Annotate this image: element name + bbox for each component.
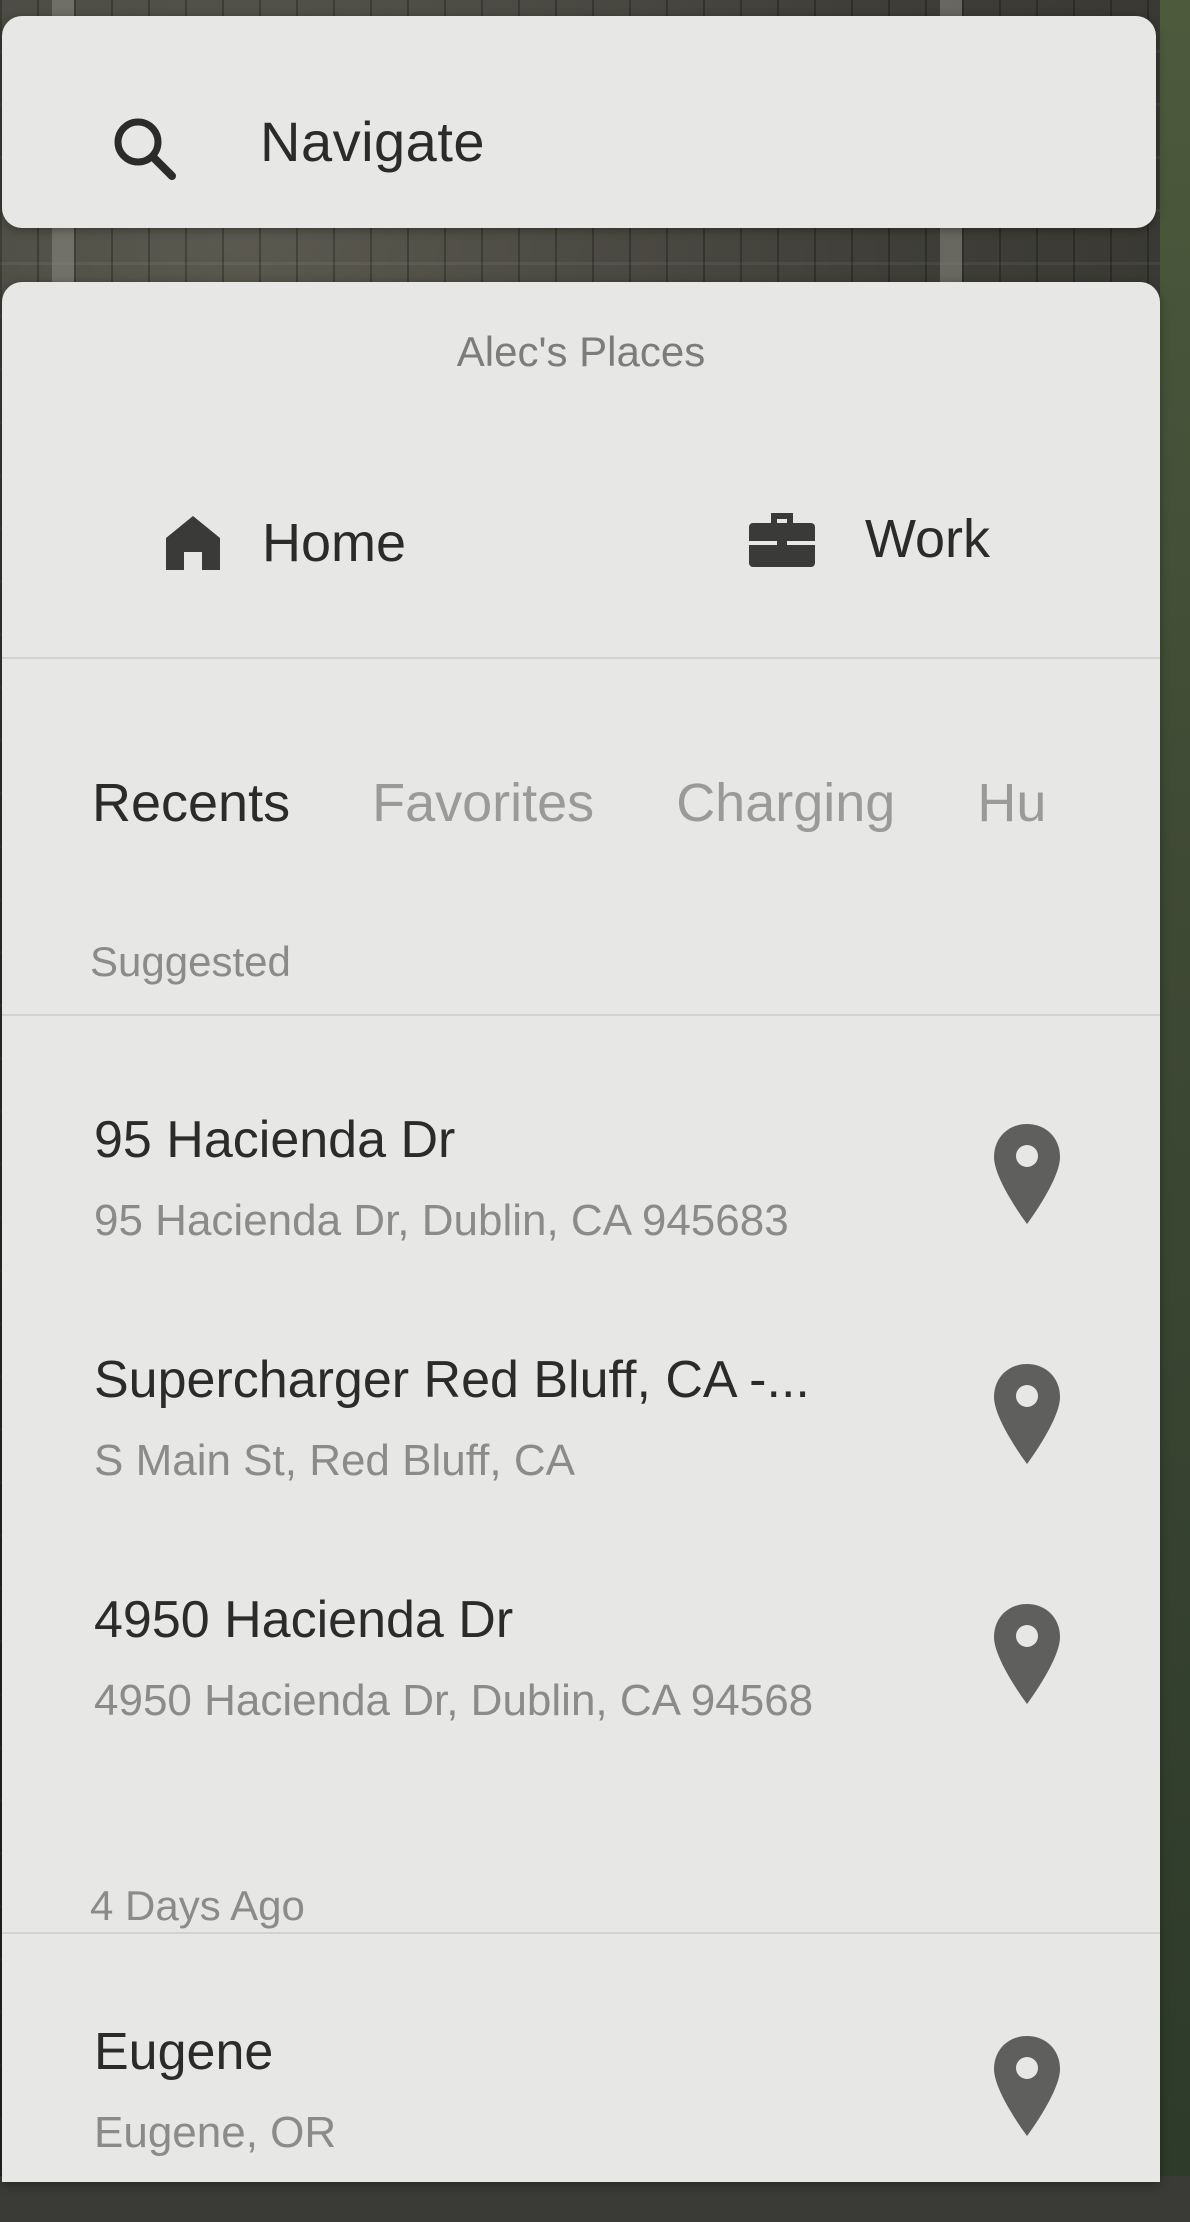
work-shortcut[interactable]: Work <box>747 508 990 570</box>
search-input[interactable]: Navigate <box>260 109 485 174</box>
place-address: Eugene, OR <box>94 2108 337 2157</box>
place-title: Eugene <box>94 2023 274 2081</box>
briefcase-icon <box>749 513 815 567</box>
tab-recents[interactable]: Recents <box>92 772 290 834</box>
divider <box>2 1014 1160 1016</box>
home-icon <box>166 516 220 570</box>
tab-favorites[interactable]: Favorites <box>372 772 594 834</box>
section-label-suggested: Suggested <box>90 938 291 985</box>
place-address: S Main St, Red Bluff, CA <box>94 1436 575 1485</box>
place-address: 4950 Hacienda Dr, Dublin, CA 94568 <box>94 1676 814 1725</box>
divider <box>2 1932 1160 1934</box>
map-edge <box>1160 0 1190 2176</box>
search-icon <box>114 118 176 180</box>
navigate-search-bar[interactable]: Navigate <box>2 16 1156 228</box>
divider <box>2 657 1160 659</box>
map-pin-icon[interactable] <box>992 1122 1062 1226</box>
place-address: 95 Hacienda Dr, Dublin, CA 945683 <box>94 1196 789 1245</box>
list-item[interactable]: 4950 Hacienda Dr 4950 Hacienda Dr, Dubli… <box>2 1590 1160 1790</box>
home-label: Home <box>262 513 407 573</box>
map-pin-icon[interactable] <box>992 2034 1062 2138</box>
list-item[interactable]: Supercharger Red Bluff, CA -... S Main S… <box>2 1350 1160 1550</box>
tab-bar: Recents Favorites Charging Hu <box>2 752 1150 862</box>
place-title: Supercharger Red Bluff, CA -... <box>94 1351 810 1409</box>
place-title: 4950 Hacienda Dr <box>94 1591 514 1649</box>
list-item[interactable]: Eugene Eugene, OR <box>2 2022 1160 2222</box>
tab-charging[interactable]: Charging <box>676 772 895 834</box>
map-pin-icon[interactable] <box>992 1362 1062 1466</box>
map-pin-icon[interactable] <box>992 1602 1062 1706</box>
work-label: Work <box>865 509 991 569</box>
list-item[interactable]: 95 Hacienda Dr 95 Hacienda Dr, Dublin, C… <box>2 1110 1160 1310</box>
place-title: 95 Hacienda Dr <box>94 1111 456 1169</box>
section-label-4-days-ago: 4 Days Ago <box>90 1882 305 1929</box>
places-panel: Alec's Places Home Work Recents Favorite… <box>2 282 1160 2182</box>
panel-title: Alec's Places <box>456 328 706 375</box>
home-shortcut[interactable]: Home <box>164 512 406 574</box>
tab-more[interactable]: Hu <box>977 772 1046 834</box>
